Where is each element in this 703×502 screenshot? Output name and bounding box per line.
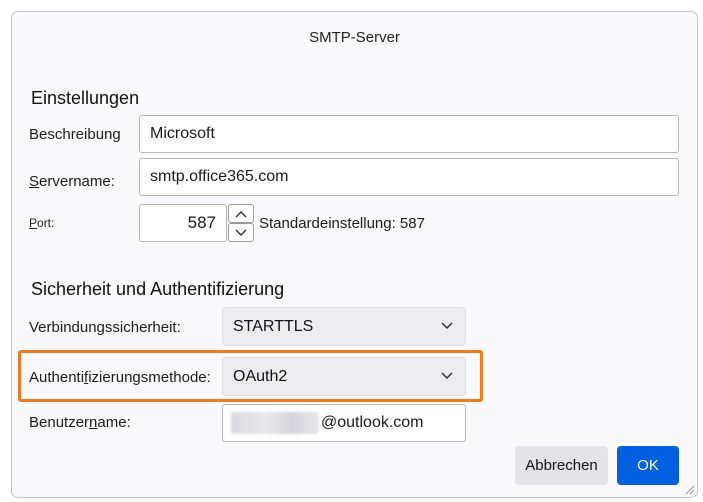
port-default-text: Standardeinstellung: 587 (259, 215, 425, 232)
port-decrement-button[interactable] (228, 223, 254, 242)
servername-label: Servername: (29, 173, 115, 190)
settings-heading: Einstellungen (31, 88, 140, 108)
connection-security-select[interactable]: STARTTLS (222, 307, 466, 346)
description-input[interactable]: Microsoft (139, 115, 679, 153)
redacted-username (231, 412, 319, 434)
port-label: Port: (29, 216, 55, 230)
auth-method-value: OAuth2 (233, 367, 288, 385)
resize-grip-icon[interactable] (683, 483, 695, 495)
cancel-button[interactable]: Abbrechen (515, 446, 608, 485)
smtp-server-dialog: SMTP-Server Einstellungen Beschreibung M… (11, 11, 698, 498)
security-heading: Sicherheit und Authentifizierung (31, 279, 285, 299)
port-input[interactable]: 587 (139, 204, 227, 242)
connection-security-value: STARTTLS (233, 317, 314, 335)
connection-security-label: Verbindungssicherheit: (29, 319, 181, 336)
dialog-title: SMTP-Server (309, 29, 400, 46)
chevron-down-icon (441, 321, 453, 329)
ok-button[interactable]: OK (617, 446, 679, 485)
chevron-down-icon (441, 371, 453, 379)
username-label: Benutzername: (29, 414, 131, 431)
servername-value: smtp.office365.com (150, 168, 289, 185)
chevron-down-icon (235, 229, 247, 236)
description-label: Beschreibung (29, 126, 121, 143)
description-value: Microsoft (150, 125, 215, 142)
port-increment-button[interactable] (228, 204, 254, 223)
port-value: 587 (187, 213, 216, 232)
servername-input[interactable]: smtp.office365.com (139, 158, 679, 196)
username-domain: @outlook.com (321, 414, 424, 431)
chevron-up-icon (235, 210, 247, 217)
auth-method-select[interactable]: OAuth2 (222, 357, 466, 396)
auth-method-label: Authentifizierungsmethode: (29, 369, 211, 386)
username-input[interactable]: @outlook.com (222, 404, 466, 442)
port-stepper (228, 204, 254, 242)
